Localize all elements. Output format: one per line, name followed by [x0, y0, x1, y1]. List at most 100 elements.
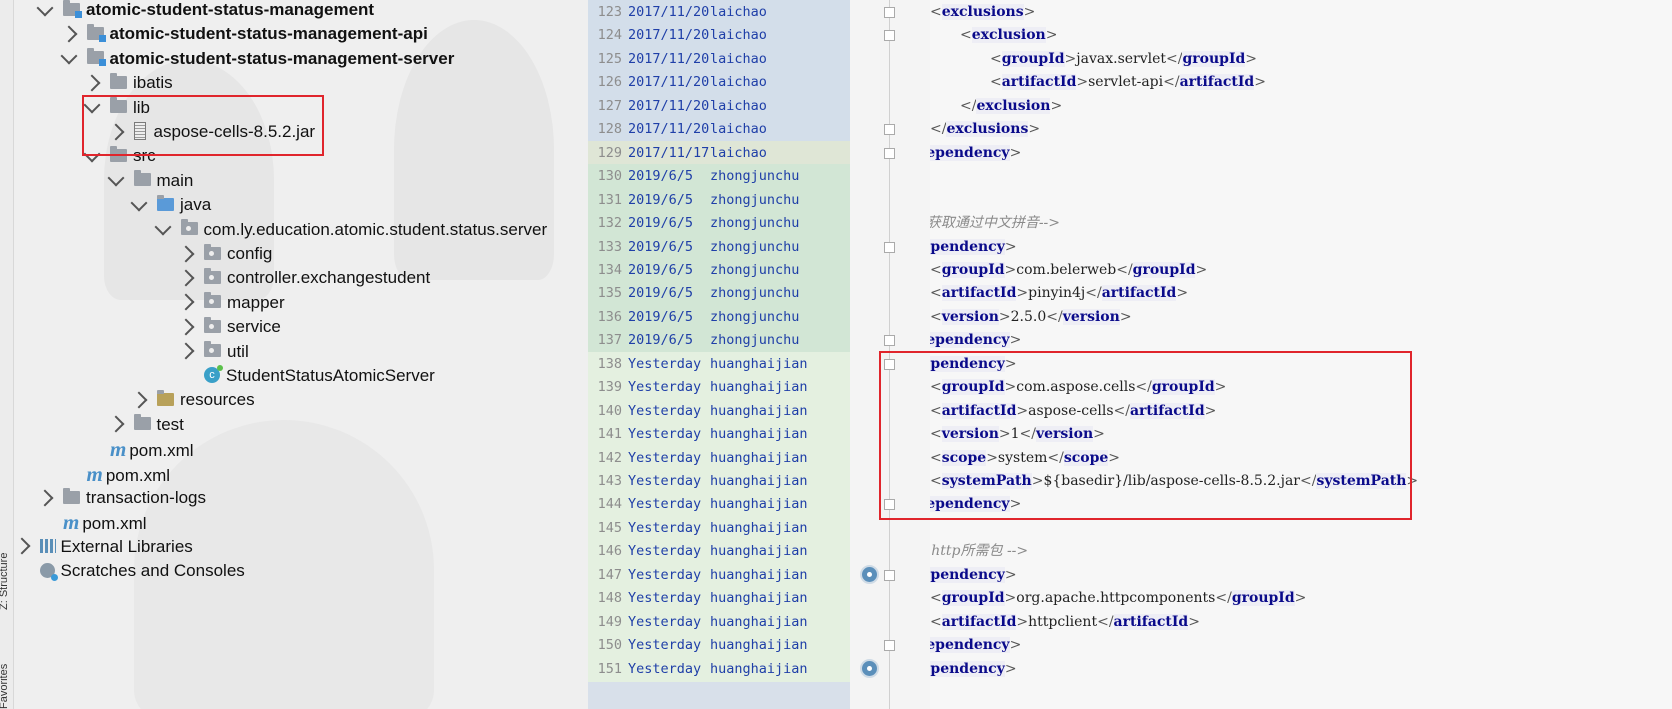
chevron-down-icon[interactable] [107, 169, 124, 187]
tree-node[interactable]: m pom.xml [63, 461, 171, 487]
annotation-row[interactable]: 144 Yesterday huanghaijian [588, 492, 850, 518]
annotation-row[interactable]: 132 2019/6/5 zhongjunchu [588, 211, 850, 237]
tree-node-label: StudentStatusAtomicServer [226, 366, 435, 385]
annotation-row[interactable]: 131 2019/6/5 zhongjunchu [588, 187, 850, 213]
fold-marker-icon[interactable] [884, 124, 895, 136]
annotation-row[interactable]: 127 2017/11/20laichao [588, 93, 850, 119]
tree-node[interactable]: atomic-student-status-management-server [60, 46, 454, 72]
fold-marker-icon[interactable] [884, 335, 895, 347]
annotation-row[interactable]: 139 Yesterday huanghaijian [588, 375, 850, 401]
tree-node[interactable]: transaction-logs [36, 485, 206, 511]
xml-bracket: > [1004, 261, 1017, 278]
annotation-row[interactable]: 125 2017/11/20laichao [588, 46, 850, 72]
chevron-right-icon[interactable] [177, 342, 195, 360]
annotation-row[interactable]: 124 2017/11/20laichao [588, 23, 850, 49]
tree-node[interactable]: controller.exchangestudent [177, 265, 430, 291]
xml-bracket: </ [1215, 590, 1232, 607]
annotation-row[interactable]: 123 2017/11/20laichao [588, 0, 850, 25]
fold-marker-icon[interactable] [884, 640, 895, 652]
chevron-down-icon[interactable] [130, 194, 148, 212]
chevron-right-icon[interactable] [107, 123, 124, 141]
fold-marker-icon[interactable] [884, 30, 895, 42]
annotation-row[interactable]: 146 Yesterday huanghaijian [588, 539, 850, 565]
vcs-gutter-icon[interactable] [860, 658, 879, 678]
tree-node[interactable]: resources [130, 387, 255, 413]
chevron-down-icon[interactable] [83, 96, 101, 114]
annotation-author: huanghaijian [710, 543, 808, 560]
chevron-right-icon[interactable] [177, 269, 195, 287]
code-editor[interactable]: <exclusions> <exclusion> <groupId>javax.se… [930, 0, 1672, 709]
tree-node[interactable]: test [107, 412, 184, 438]
fold-marker-icon[interactable] [884, 147, 895, 159]
tree-node[interactable]: service [177, 314, 281, 340]
chevron-right-icon[interactable] [14, 537, 30, 555]
annotation-row[interactable]: 142 Yesterday huanghaijian [588, 445, 850, 471]
xml-bracket: </ [1046, 308, 1063, 325]
annotation-row[interactable]: 137 2019/6/5 zhongjunchu [588, 328, 850, 354]
annotation-row[interactable]: 133 2019/6/5 zhongjunchu [588, 234, 850, 260]
annotation-row[interactable]: 128 2017/11/20laichao [588, 117, 850, 143]
annotation-row[interactable]: 145 Yesterday huanghaijian [588, 515, 850, 541]
tree-node[interactable]: aspose-cells-8.5.2.jar [107, 119, 315, 145]
fold-marker-icon[interactable] [884, 358, 895, 370]
xml-bracket: > [1195, 261, 1208, 278]
chevron-down-icon[interactable] [36, 0, 54, 17]
annotation-row[interactable]: 138 Yesterday huanghaijian [588, 351, 850, 377]
code-line: <dependency> [930, 657, 1017, 682]
chevron-right-icon[interactable] [107, 415, 124, 433]
tree-node[interactable]: External Libraries [14, 534, 193, 560]
fold-marker-icon[interactable] [884, 499, 895, 511]
chevron-right-icon[interactable] [130, 391, 148, 409]
annotation-row[interactable]: 134 2019/6/5 zhongjunchu [588, 257, 850, 283]
annotation-row[interactable]: 151 Yesterday huanghaijian [588, 656, 850, 682]
annotation-row[interactable]: 140 Yesterday huanghaijian [588, 398, 850, 424]
chevron-right-icon[interactable] [177, 318, 195, 336]
tree-node[interactable]: config [177, 241, 272, 267]
xml-tag-name: artifactId [941, 613, 1017, 630]
tree-node[interactable]: m pom.xml [39, 509, 147, 535]
tree-node[interactable]: c StudentStatusAtomicServer [180, 363, 435, 389]
fold-marker-icon[interactable] [884, 569, 895, 581]
tree-node[interactable]: src [83, 143, 156, 169]
annotation-row[interactable]: 130 2019/6/5 zhongjunchu [588, 164, 850, 190]
fold-marker-icon[interactable] [884, 241, 895, 253]
tree-node[interactable]: m pom.xml [86, 436, 194, 462]
annotation-row[interactable]: 147 Yesterday huanghaijian [588, 562, 850, 588]
line-number: 141 [597, 426, 622, 443]
tree-node-label: mapper [227, 292, 285, 312]
annotation-author: zhongjunchu [710, 191, 800, 208]
tree-node[interactable]: atomic-student-status-management [36, 0, 374, 23]
spring-class-icon: c [204, 365, 223, 384]
tree-node[interactable]: lib [83, 95, 150, 121]
tree-node[interactable]: mapper [177, 290, 285, 316]
annotation-row[interactable]: 135 2019/6/5 zhongjunchu [588, 281, 850, 307]
tree-node[interactable]: com.ly.education.atomic.student.status.s… [154, 217, 547, 243]
fold-marker-icon[interactable] [884, 7, 895, 18]
tree-node[interactable]: ibatis [83, 70, 173, 96]
vcs-gutter-icon[interactable] [860, 564, 879, 584]
tree-node[interactable]: main [107, 168, 193, 194]
tree-node[interactable]: java [130, 192, 211, 218]
chevron-right-icon[interactable] [177, 293, 195, 311]
tree-node[interactable]: atomic-student-status-management-api [60, 21, 428, 47]
annotation-row[interactable]: 141 Yesterday huanghaijian [588, 422, 850, 448]
annotation-row[interactable]: 150 Yesterday huanghaijian [588, 633, 850, 659]
structure-tool-tab[interactable]: Z: Structure [0, 553, 10, 610]
chevron-down-icon[interactable] [154, 218, 171, 236]
annotation-row[interactable]: 129 2017/11/17laichao [588, 140, 850, 166]
chevron-right-icon[interactable] [83, 74, 101, 92]
favorites-tool-tab[interactable]: Favorites [0, 664, 10, 709]
chevron-right-icon[interactable] [177, 245, 195, 263]
tree-node[interactable]: Scratches and Consoles [16, 558, 245, 584]
chevron-right-icon[interactable] [36, 489, 54, 507]
annotation-row[interactable]: 149 Yesterday huanghaijian [588, 609, 850, 635]
chevron-down-icon[interactable] [60, 47, 77, 65]
tree-node[interactable]: util [177, 339, 249, 365]
chevron-right-icon[interactable] [60, 25, 77, 43]
xml-tag-name: artifactId [941, 285, 1017, 302]
annotation-row[interactable]: 136 2019/6/5 zhongjunchu [588, 304, 850, 330]
annotation-row[interactable]: 148 Yesterday huanghaijian [588, 586, 850, 612]
chevron-down-icon[interactable] [83, 145, 101, 163]
annotation-row[interactable]: 126 2017/11/20laichao [588, 70, 850, 96]
annotation-row[interactable]: 143 Yesterday huanghaijian [588, 469, 850, 494]
